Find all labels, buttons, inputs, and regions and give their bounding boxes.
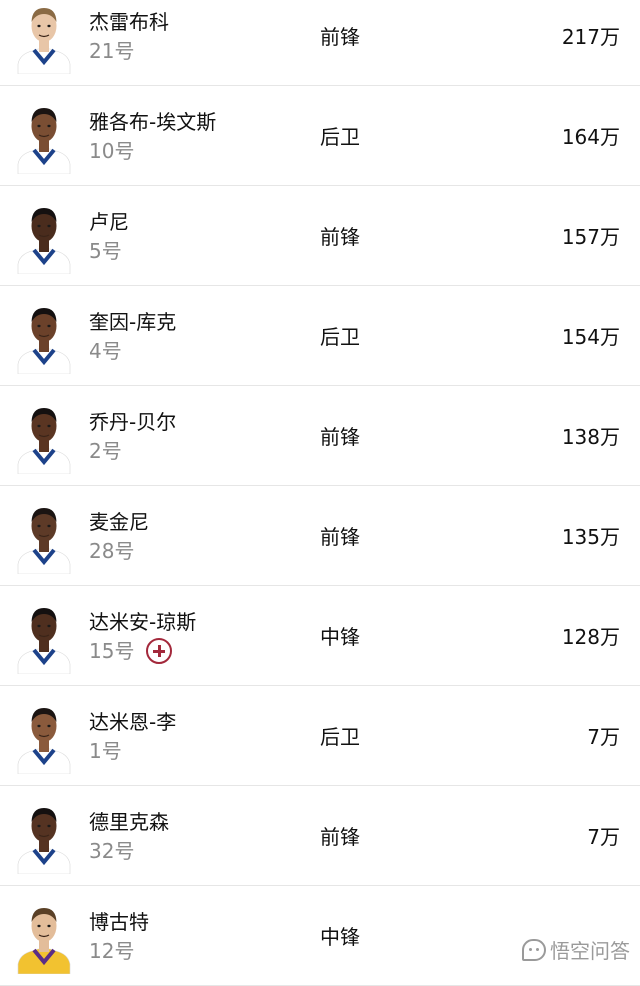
player-salary: 7万 [587,825,620,849]
player-position: 中锋 [320,625,360,649]
player-name: 乔丹-贝尔 [89,410,177,434]
player-avatar [16,900,72,974]
player-position: 后卫 [320,325,360,349]
player-row[interactable]: 卢尼 5号 前锋 157万 [0,186,640,286]
watermark-text: 悟空问答 [550,939,630,963]
player-avatar [16,0,72,74]
player-avatar [16,700,72,774]
player-number: 1号 [89,739,122,763]
player-salary: 135万 [561,525,620,549]
player-position: 前锋 [320,525,360,549]
player-number: 4号 [89,339,122,363]
player-row[interactable]: 麦金尼 28号 前锋 135万 [0,486,640,586]
player-avatar [16,200,72,274]
player-name: 雅各布-埃文斯 [89,110,217,134]
player-row[interactable]: 德里克森 32号 前锋 7万 [0,786,640,886]
player-position: 前锋 [320,825,360,849]
player-row[interactable]: 乔丹-贝尔 2号 前锋 138万 [0,386,640,486]
player-name: 博古特 [89,910,149,934]
watermark: 悟空问答 [522,935,630,964]
player-position: 前锋 [320,25,360,49]
player-name: 麦金尼 [89,510,149,534]
player-position: 前锋 [320,425,360,449]
player-salary: 217万 [561,25,620,49]
player-salary: 138万 [561,425,620,449]
player-name: 杰雷布科 [89,10,169,34]
player-avatar [16,600,72,674]
player-salary: 128万 [561,625,620,649]
player-number: 15号 [89,639,135,663]
player-avatar [16,300,72,374]
player-number: 12号 [89,939,135,963]
injury-icon[interactable] [146,638,172,664]
player-salary: 164万 [561,125,620,149]
player-row[interactable]: 达米恩-李 1号 后卫 7万 [0,686,640,786]
player-number: 21号 [89,39,135,63]
player-name: 卢尼 [89,210,129,234]
player-row[interactable]: 雅各布-埃文斯 10号 后卫 164万 [0,86,640,186]
player-name: 达米恩-李 [89,710,177,734]
player-row[interactable]: 杰雷布科 21号 前锋 217万 [0,0,640,86]
player-position: 前锋 [320,225,360,249]
player-avatar [16,800,72,874]
player-number: 5号 [89,239,122,263]
player-salary: 154万 [561,325,620,349]
player-position: 后卫 [320,725,360,749]
player-position: 后卫 [320,125,360,149]
player-salary: 7万 [587,725,620,749]
player-name: 德里克森 [89,810,169,834]
player-number: 2号 [89,439,122,463]
player-number: 10号 [89,139,135,163]
player-avatar [16,400,72,474]
chat-bubble-icon [522,938,546,961]
player-row[interactable]: 奎因-库克 4号 后卫 154万 [0,286,640,386]
player-number: 28号 [89,539,135,563]
player-position: 中锋 [320,925,360,949]
player-salary: 157万 [561,225,620,249]
player-name: 奎因-库克 [89,310,177,334]
player-row[interactable]: 达米安-琼斯 15号 中锋 128万 [0,586,640,686]
player-avatar [16,100,72,174]
player-list: 杰雷布科 21号 前锋 217万 雅各布-埃文斯 10号 后卫 164万 卢尼 5号 前锋 157万奎… [0,0,640,986]
player-number: 32号 [89,839,135,863]
player-avatar [16,500,72,574]
player-name: 达米安-琼斯 [89,610,197,634]
